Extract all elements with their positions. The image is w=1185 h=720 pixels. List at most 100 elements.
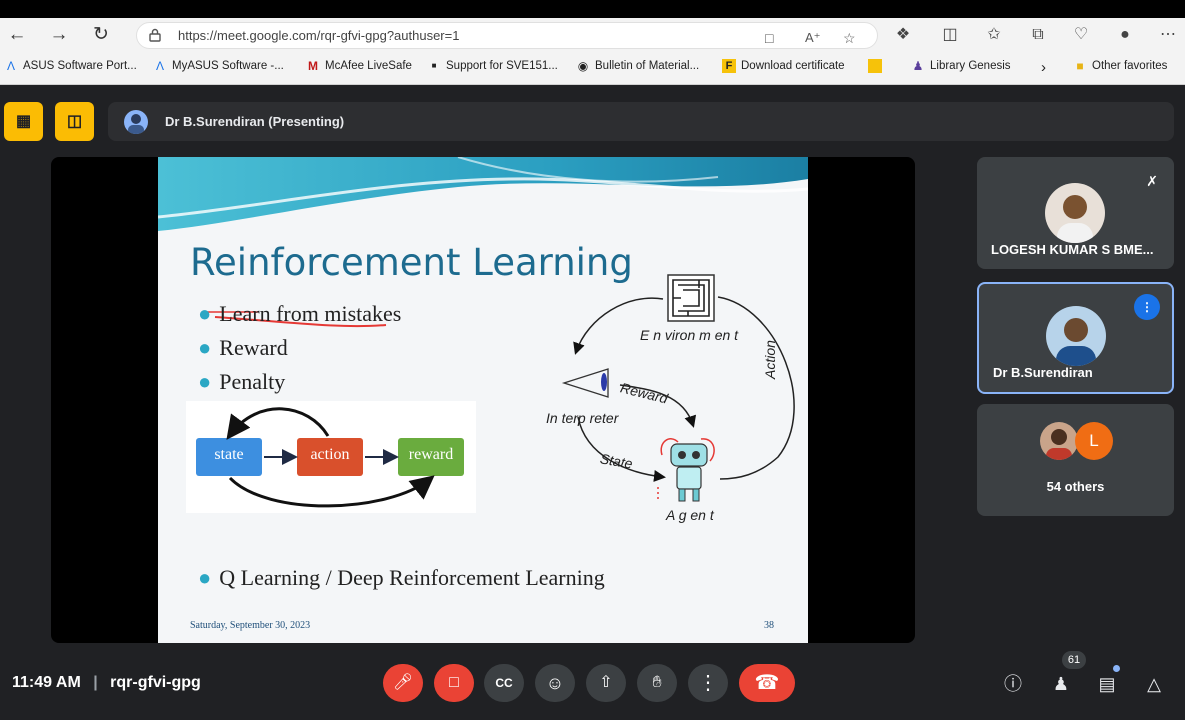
url-text: https://meet.google.com/rqr-gfvi-gpg?aut… — [178, 28, 460, 43]
bookmark-unnamed[interactable] — [868, 59, 882, 73]
lock-icon — [149, 28, 161, 42]
people-icon[interactable]: ♟ — [1047, 670, 1075, 698]
browser-chrome: ← → ↻ https://meet.google.com/rqr-gfvi-g… — [0, 18, 1185, 85]
forward-icon[interactable]: → — [46, 24, 72, 46]
speaking-indicator-icon: ⋮ — [1134, 294, 1160, 320]
browser-essentials-icon[interactable]: ♡ — [1068, 23, 1094, 47]
leave-call-button[interactable]: ☎ — [739, 664, 795, 702]
bullet-list: ● Learn from mistakes ● Reward ● Penalty — [198, 297, 401, 399]
profile-icon[interactable]: ● — [1112, 23, 1138, 47]
yellow-icon — [868, 59, 882, 73]
avatar — [1040, 422, 1078, 460]
participant-name: LOGESH KUMAR S BME... — [991, 242, 1154, 257]
present-button[interactable]: ⇧ — [586, 664, 626, 702]
bookmark-other-favorites[interactable]: ■ Other favorites — [1073, 59, 1167, 73]
bookmark-label: Support for SVE151... — [446, 60, 558, 72]
dot-icon: ■ — [431, 61, 437, 70]
asus-icon: Λ — [6, 59, 15, 73]
favorites-icon[interactable]: ✩ — [981, 23, 1007, 47]
slide-page-number: 38 — [764, 620, 774, 631]
meet-window: ▦ ◫ Dr B.Surendiran (Presenting) Reinfor… — [0, 86, 1185, 720]
bullet-item: ● Learn from mistakes — [198, 301, 402, 326]
bookmark-label: Other favorites — [1092, 60, 1168, 72]
bullet-text: Q Learning / Deep Reinforcement Learning — [219, 565, 605, 590]
bookmark-myasus[interactable]: Λ MyASUS Software -... — [153, 59, 284, 73]
back-icon[interactable]: ← — [4, 24, 30, 46]
bookmark-mcafee[interactable]: M McAfee LiveSafe — [306, 59, 412, 73]
mic-muted-icon: ✗ — [1146, 173, 1158, 189]
bookmark-download-certificate[interactable]: F Download certificate — [722, 59, 845, 73]
favorites-bar: Λ ASUS Software Port... Λ MyASUS Software … — [0, 55, 1185, 81]
globe-icon: ◉ — [577, 59, 589, 73]
reload-icon[interactable]: ↻ — [88, 24, 114, 46]
pin-presentation-icon[interactable]: ▦ — [4, 102, 43, 141]
diagram-agent: A g en t — [666, 507, 714, 523]
bookmark-label: ASUS Software Port... — [23, 60, 137, 72]
bottom-bullet: ● Q Learning / Deep Reinforcement Learnin… — [198, 565, 605, 590]
bookmark-asus-portal[interactable]: Λ ASUS Software Port... — [4, 59, 137, 73]
participant-tile-logesh[interactable]: ✗ LOGESH KUMAR S BME... — [977, 157, 1174, 269]
folder-icon: ■ — [1076, 59, 1084, 73]
slide-date: Saturday, September 30, 2023 — [190, 620, 311, 631]
chat-notification-dot — [1113, 665, 1120, 672]
split-screen-icon[interactable]: ◫ — [937, 23, 963, 47]
flow-action-label: action — [310, 446, 350, 463]
participant-name: Dr B.Surendiran — [993, 365, 1093, 380]
person-icon: ♟ — [912, 59, 924, 73]
more-options-button[interactable]: ⋮ — [688, 664, 728, 702]
screen-top-strip — [0, 0, 1185, 18]
avatar-letter: L — [1075, 422, 1113, 460]
bookmark-label: McAfee LiveSafe — [325, 60, 412, 72]
participants-count-badge: 61 — [1062, 651, 1086, 669]
raise-hand-button[interactable]: ✋︎ — [637, 664, 677, 702]
bookmark-label: Download certificate — [741, 60, 845, 72]
read-aloud-icon[interactable]: A⁺ — [805, 30, 821, 46]
participant-tile-surendiran[interactable]: ⋮ Dr B.Surendiran — [977, 282, 1174, 394]
activities-icon[interactable]: △ — [1140, 670, 1168, 698]
camera-off-button[interactable]: □ — [434, 664, 474, 702]
captions-button[interactable]: CC — [484, 664, 524, 702]
bookmark-label: Bulletin of Material... — [595, 60, 700, 72]
participant-name: 54 others — [1046, 479, 1105, 494]
bookmark-support[interactable]: ■ Support for SVE151... — [427, 59, 558, 73]
bookmark-label: MyASUS Software -... — [172, 60, 284, 72]
meeting-code: rqr-gfvi-gpg — [110, 674, 201, 691]
diagram-environment: E n viron m en t — [640, 327, 739, 343]
favorite-star-icon[interactable]: ☆ — [843, 30, 856, 47]
flow-reward-label: reward — [408, 446, 454, 463]
slide-wave — [158, 157, 808, 231]
more-menu-icon[interactable]: ⋯ — [1155, 23, 1181, 47]
camera-blocked-icon[interactable]: □ — [765, 30, 773, 46]
robot-icon — [657, 438, 715, 502]
time-text: 11:49 AM — [12, 674, 81, 691]
bullet-item: ● Penalty — [198, 369, 286, 394]
emoji-button[interactable]: ☺ — [535, 664, 575, 702]
diagram-interpreter: In terp reter — [546, 410, 619, 426]
slide-title: Reinforcement Learning — [190, 241, 633, 284]
avatar — [1045, 183, 1105, 243]
presenter-label: Dr B.Surendiran (Presenting) — [165, 114, 345, 129]
presenter-bar: Dr B.Surendiran (Presenting) — [108, 102, 1174, 141]
mcafee-icon: M — [308, 59, 318, 73]
chevron-right-icon[interactable]: › — [1041, 59, 1046, 76]
bullet-item: ● Reward — [198, 335, 288, 360]
slide: Reinforcement Learning ● Learn from mista… — [158, 157, 808, 643]
bullet-text: Reward — [219, 335, 288, 360]
chat-icon[interactable]: ▤ — [1093, 670, 1121, 698]
bookmark-library-genesis[interactable]: ♟ Library Genesis — [911, 59, 1011, 73]
bookmark-label: Library Genesis — [930, 60, 1011, 72]
f-icon: F — [722, 59, 736, 73]
bullet-text: Learn from mistakes — [219, 301, 402, 326]
avatar — [1046, 306, 1106, 366]
meeting-info-icon[interactable]: ⓘ — [999, 670, 1027, 698]
flow-state-label: state — [214, 446, 244, 463]
mic-off-button[interactable]: 🎤︎ — [383, 664, 423, 702]
asus-icon: Λ — [155, 59, 164, 73]
diagram-action: Action — [762, 340, 778, 379]
extensions-icon[interactable]: ❖ — [890, 23, 916, 47]
participant-tile-others[interactable]: L 54 others — [977, 404, 1174, 516]
collections-icon[interactable]: ⧉ — [1025, 23, 1051, 47]
layout-icon[interactable]: ◫ — [55, 102, 94, 141]
bookmark-bulletin[interactable]: ◉ Bulletin of Material... — [576, 59, 699, 73]
address-bar[interactable]: https://meet.google.com/rqr-gfvi-gpg?aut… — [136, 22, 878, 49]
